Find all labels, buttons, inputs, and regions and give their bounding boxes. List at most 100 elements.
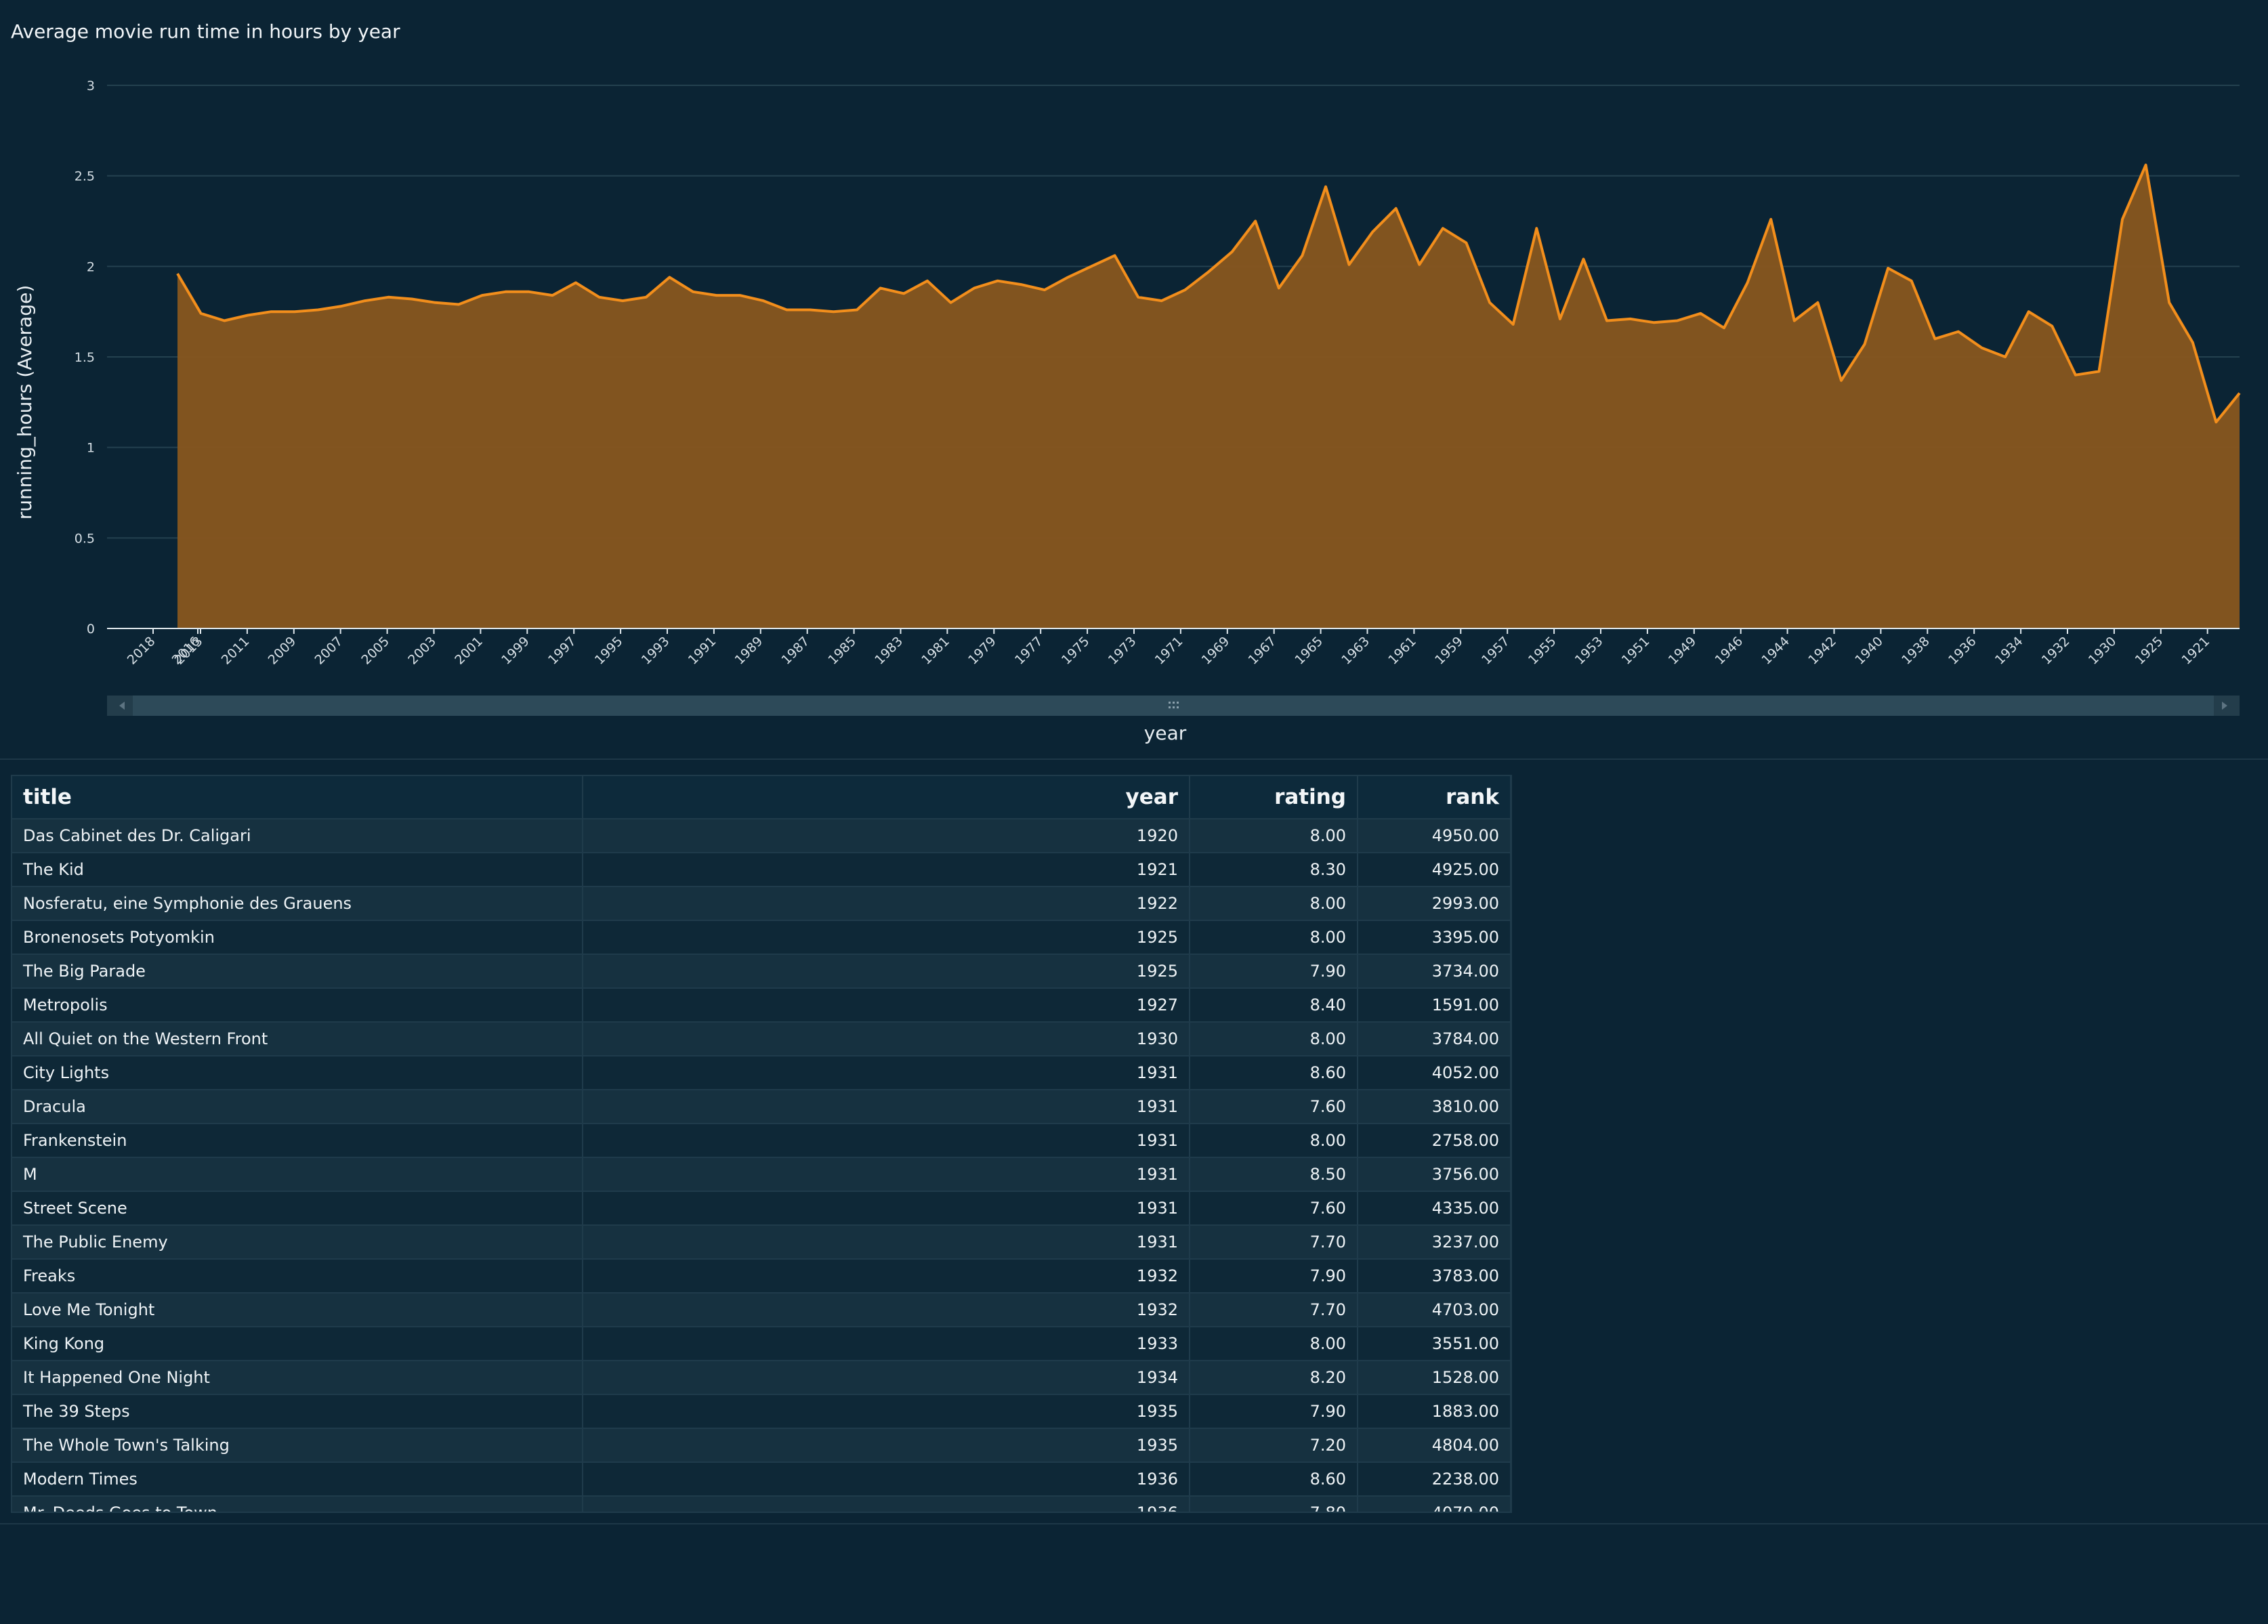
cell-title: Modern Times — [12, 1462, 583, 1497]
cell-rank: 4335.00 — [1358, 1191, 1511, 1226]
cell-rating: 8.00 — [1190, 1327, 1358, 1361]
x-tick-label: 1967 — [1245, 634, 1279, 668]
x-tick-label: 2009 — [266, 634, 299, 668]
x-tick-label: 1951 — [1619, 634, 1653, 668]
x-tick-label: 1971 — [1152, 634, 1186, 668]
cell-year: 1931 — [583, 1225, 1190, 1260]
table-row[interactable]: City Lights 1931 8.60 4052.00 — [12, 1056, 1511, 1090]
cell-year: 1936 — [583, 1496, 1190, 1512]
x-tick-label: 1953 — [1572, 634, 1606, 668]
column-header-title[interactable]: title — [12, 776, 583, 819]
table-row[interactable]: Mr. Deeds Goes to Town 1936 7.80 4079.00 — [12, 1496, 1511, 1512]
column-header-rank[interactable]: rank — [1358, 776, 1511, 819]
table-row[interactable]: Das Cabinet des Dr. Caligari 1920 8.00 4950… — [12, 819, 1511, 853]
cell-rating: 7.70 — [1190, 1225, 1358, 1260]
cell-year: 1927 — [583, 988, 1190, 1023]
table-row[interactable]: Love Me Tonight 1932 7.70 4703.00 — [12, 1293, 1511, 1327]
cell-title: The 39 Steps — [12, 1394, 583, 1429]
cell-rank: 4703.00 — [1358, 1293, 1511, 1327]
cell-rating: 7.70 — [1190, 1293, 1358, 1327]
cell-rank: 4052.00 — [1358, 1056, 1511, 1090]
y-axis-label: running_hours (Average) — [14, 285, 36, 520]
x-tick-label: 1983 — [872, 634, 906, 668]
table-row[interactable]: The Big Parade 1925 7.90 3734.00 — [12, 954, 1511, 989]
cell-year: 1920 — [583, 819, 1190, 853]
table-row[interactable]: Frankenstein 1931 8.00 2758.00 — [12, 1124, 1511, 1158]
cell-rank: 3395.00 — [1358, 920, 1511, 955]
cell-year: 1936 — [583, 1462, 1190, 1497]
cell-rank: 1883.00 — [1358, 1394, 1511, 1429]
x-tick-label: 1946 — [1712, 634, 1746, 668]
cell-title: The Big Parade — [12, 954, 583, 989]
x-tick-label: 1991 — [686, 634, 719, 668]
bottom-divider — [0, 1523, 2268, 1524]
table-row[interactable]: The 39 Steps 1935 7.90 1883.00 — [12, 1394, 1511, 1429]
y-tick-label: 3 — [87, 79, 95, 93]
table-row[interactable]: Dracula 1931 7.60 3810.00 — [12, 1090, 1511, 1124]
cell-rank: 4925.00 — [1358, 853, 1511, 887]
table-row[interactable]: The Kid 1921 8.30 4925.00 — [12, 853, 1511, 887]
x-range-scrollbar[interactable] — [107, 696, 2240, 716]
column-header-year[interactable]: year — [583, 776, 1190, 819]
table-row[interactable]: Freaks 1932 7.90 3783.00 — [12, 1259, 1511, 1294]
table-row[interactable]: The Whole Town's Talking 1935 7.20 4804.00 — [12, 1428, 1511, 1463]
cell-year: 1933 — [583, 1327, 1190, 1361]
x-tick-label: 1969 — [1199, 634, 1233, 668]
x-tick-label: 1949 — [1666, 634, 1700, 668]
cell-rating: 7.60 — [1190, 1090, 1358, 1124]
cell-title: The Public Enemy — [12, 1225, 583, 1260]
y-tick-label: 1 — [87, 441, 95, 456]
column-header-rating[interactable]: rating — [1190, 776, 1358, 819]
x-axis-ticks: 2018 20162013 2011 2009 2007 2005 2003 2001 1999… — [125, 628, 2212, 668]
cell-rating: 8.50 — [1190, 1157, 1358, 1192]
x-tick-label: 1934 — [1992, 634, 2026, 668]
x-tick-label: 1993 — [639, 634, 673, 668]
table-header-row: title year rating rank — [12, 776, 1511, 819]
cell-rank: 4950.00 — [1358, 819, 1511, 853]
table-row[interactable]: Nosferatu, eine Symphonie des Grauens 192… — [12, 886, 1511, 921]
y-tick-label: 0 — [87, 622, 95, 637]
cell-rating: 8.00 — [1190, 819, 1358, 853]
cell-rank: 3783.00 — [1358, 1259, 1511, 1294]
cell-rank: 2238.00 — [1358, 1462, 1511, 1497]
x-tick-label: 1955 — [1526, 634, 1559, 668]
x-tick-label: 1963 — [1339, 634, 1372, 668]
cell-year: 1931 — [583, 1157, 1190, 1192]
cell-rating: 8.00 — [1190, 920, 1358, 955]
cell-year: 1930 — [583, 1022, 1190, 1056]
cell-rating: 8.00 — [1190, 1124, 1358, 1158]
table-row[interactable]: The Public Enemy 1931 7.70 3237.00 — [12, 1225, 1511, 1260]
table-row[interactable]: Metropolis 1927 8.40 1591.00 — [12, 988, 1511, 1023]
table-row[interactable]: Street Scene 1931 7.60 4335.00 — [12, 1191, 1511, 1226]
table-row[interactable]: Modern Times 1936 8.60 2238.00 — [12, 1462, 1511, 1497]
table-row[interactable]: M 1931 8.50 3756.00 — [12, 1157, 1511, 1192]
table-row[interactable]: King Kong 1933 8.00 3551.00 — [12, 1327, 1511, 1361]
data-table[interactable]: title year rating rank Das Cabinet des D… — [11, 775, 1512, 1513]
cell-rank: 3784.00 — [1358, 1022, 1511, 1056]
cell-title: All Quiet on the Western Front — [12, 1022, 583, 1056]
cell-title: Street Scene — [12, 1191, 583, 1226]
cell-rank: 3551.00 — [1358, 1327, 1511, 1361]
cell-year: 1931 — [583, 1090, 1190, 1124]
cell-title: The Whole Town's Talking — [12, 1428, 583, 1463]
cell-year: 1931 — [583, 1056, 1190, 1090]
cell-rating: 7.80 — [1190, 1496, 1358, 1512]
cell-rank: 2993.00 — [1358, 886, 1511, 921]
y-axis-ticks: 0 0.5 1 1.5 2 2.5 3 — [75, 79, 95, 637]
cell-rating: 7.20 — [1190, 1428, 1358, 1463]
cell-year: 1925 — [583, 954, 1190, 989]
cell-year: 1935 — [583, 1428, 1190, 1463]
table-row[interactable]: All Quiet on the Western Front 1930 8.00 37… — [12, 1022, 1511, 1056]
x-tick-label: 1985 — [825, 634, 859, 668]
cell-rank: 3734.00 — [1358, 954, 1511, 989]
table-row[interactable]: Bronenosets Potyomkin 1925 8.00 3395.00 — [12, 920, 1511, 955]
x-tick-label: 2018 — [125, 634, 159, 668]
x-tick-label: 2005 — [358, 634, 392, 668]
area-fill — [177, 165, 2240, 629]
table-row[interactable]: It Happened One Night 1934 8.20 1528.00 — [12, 1361, 1511, 1395]
x-tick-label: 1979 — [965, 634, 999, 668]
cell-title: Mr. Deeds Goes to Town — [12, 1496, 583, 1512]
x-tick-label: 2007 — [312, 634, 345, 668]
cell-year: 1934 — [583, 1361, 1190, 1395]
cell-rank: 3237.00 — [1358, 1225, 1511, 1260]
